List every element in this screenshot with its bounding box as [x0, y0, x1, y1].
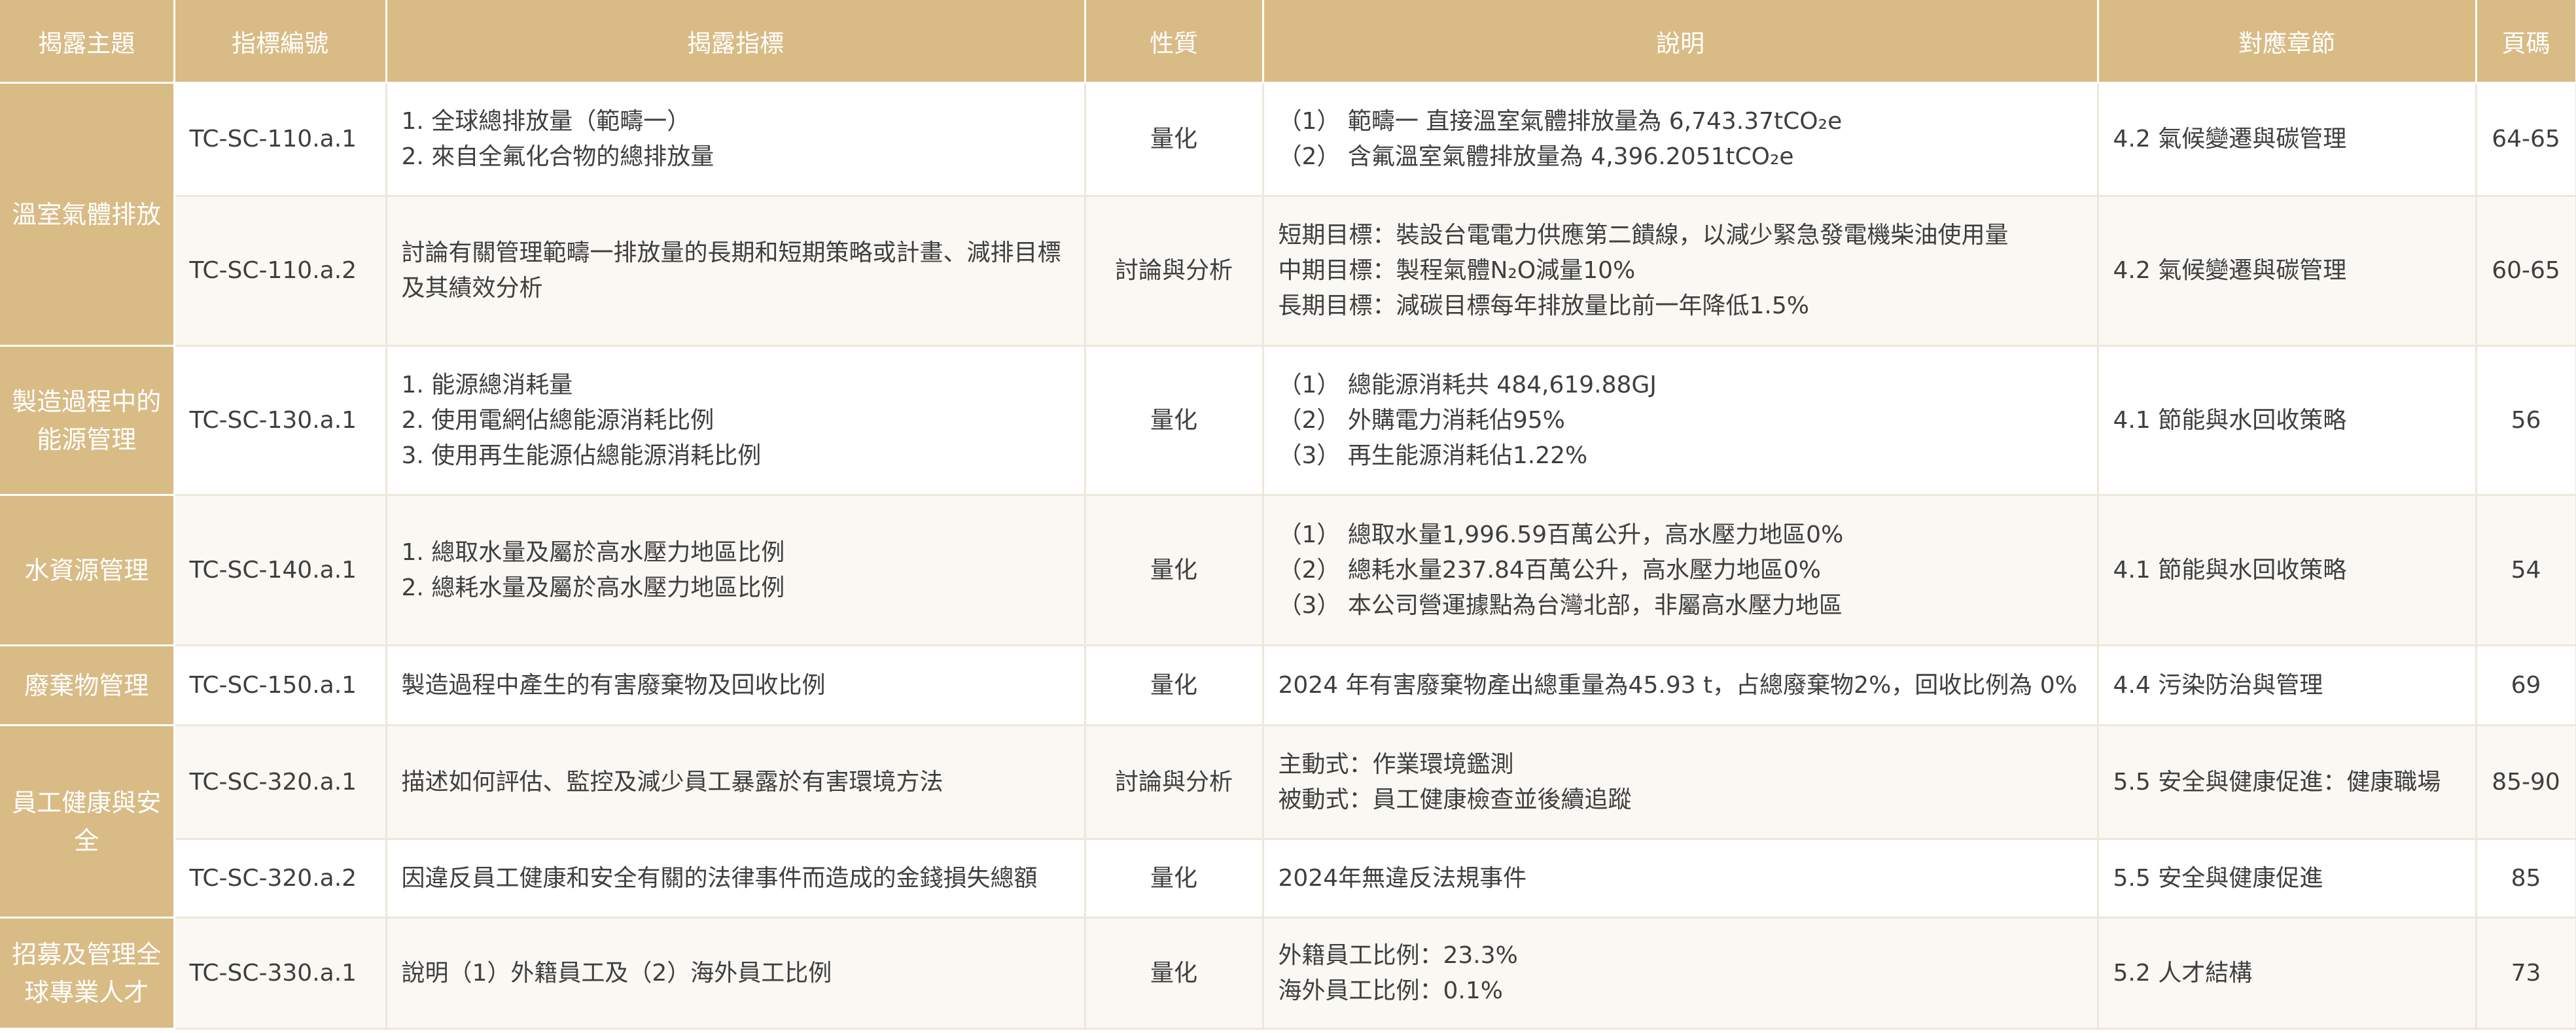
header-code: 指標編號: [174, 0, 387, 84]
description-line: （1） 總取水量1,996.59百萬公升，高水壓力地區0%: [1278, 521, 1844, 548]
nature-cell: 量化: [1085, 645, 1264, 726]
table-header-row: 揭露主題 指標編號 揭露指標 性質 說明 對應章節 頁碼: [0, 0, 2576, 84]
nature-cell: 討論與分析: [1085, 196, 1264, 347]
code-cell: TC-SC-140.a.1: [174, 495, 387, 646]
metric-line: 2. 來自全氟化合物的總排放量: [401, 143, 715, 170]
description-line: 短期目標：裝設台電電力供應第二饋線，以減少緊急發電機柴油使用量: [1278, 222, 2009, 249]
description-line: （1） 範疇一 直接溫室氣體排放量為 6,743.37tCO₂e: [1278, 108, 1843, 135]
metric-line: 3. 使用再生能源佔總能源消耗比例: [401, 442, 762, 469]
code-cell: TC-SC-320.a.2: [174, 839, 387, 919]
description-line: 主動式：作業環境鑑測: [1278, 750, 1514, 778]
nature-cell: 量化: [1085, 345, 1264, 496]
nature-cell: 量化: [1085, 82, 1264, 197]
description-cell: 2024年無違反法規事件: [1263, 839, 2099, 919]
chapter-cell: 4.4 污染防治與管理: [2098, 645, 2477, 726]
page-cell: 85: [2476, 839, 2576, 919]
code-cell: TC-SC-320.a.1: [174, 725, 387, 840]
metric-line: 2. 使用電網佔總能源消耗比例: [401, 406, 715, 434]
nature-cell: 討論與分析: [1085, 725, 1264, 840]
page-cell: 54: [2476, 495, 2576, 646]
chapter-cell: 4.1 節能與水回收策略: [2098, 345, 2477, 496]
topic-cell-water: 水資源管理: [0, 495, 175, 646]
code-cell: TC-SC-330.a.1: [174, 917, 387, 1030]
metric-line: 1. 能源總消耗量: [401, 371, 573, 398]
code-cell: TC-SC-110.a.2: [174, 196, 387, 347]
topic-cell-waste: 廢棄物管理: [0, 645, 175, 726]
description-cell: （1） 總取水量1,996.59百萬公升，高水壓力地區0% （2） 總耗水量23…: [1263, 495, 2099, 646]
topic-cell-talent: 招募及管理全球專業人才: [0, 917, 175, 1030]
metric-cell: 1. 能源總消耗量 2. 使用電網佔總能源消耗比例 3. 使用再生能源佔總能源消…: [386, 345, 1086, 496]
code-cell: TC-SC-110.a.1: [174, 82, 387, 197]
description-cell: 2024 年有害廢棄物產出總重量為45.93 t，占總廢棄物2%，回收比例為 0…: [1263, 645, 2099, 726]
metric-line: 1. 全球總排放量（範疇一）: [401, 108, 691, 135]
description-cell: 短期目標：裝設台電電力供應第二饋線，以減少緊急發電機柴油使用量 中期目標：製程氣…: [1263, 196, 2099, 347]
topic-cell-ghg: 溫室氣體排放: [0, 82, 175, 347]
nature-cell: 量化: [1085, 495, 1264, 646]
code-cell: TC-SC-130.a.1: [174, 345, 387, 496]
description-cell: 主動式：作業環境鑑測 被動式：員工健康檢查並後續追蹤: [1263, 725, 2099, 840]
description-line: （2） 外購電力消耗佔95%: [1278, 406, 1565, 434]
chapter-cell: 4.2 氣候變遷與碳管理: [2098, 82, 2477, 197]
header-page: 頁碼: [2476, 0, 2576, 84]
metric-cell: 說明（1）外籍員工及（2）海外員工比例: [386, 917, 1086, 1030]
chapter-cell: 4.2 氣候變遷與碳管理: [2098, 196, 2477, 347]
page-cell: 69: [2476, 645, 2576, 726]
header-nature: 性質: [1085, 0, 1264, 84]
table-row: 員工健康與安全 TC-SC-320.a.1 描述如何評估、監控及減少員工暴露於有…: [0, 725, 2576, 919]
page-cell: 85-90: [2476, 725, 2576, 840]
chapter-cell: 4.1 節能與水回收策略: [2098, 495, 2477, 646]
metric-line: 1. 總取水量及屬於高水壓力地區比例: [401, 538, 785, 566]
metric-cell: 討論有關管理範疇一排放量的長期和短期策略或計畫、減排目標及其績效分析: [386, 196, 1086, 347]
description-line: （3） 再生能源消耗佔1.22%: [1278, 442, 1588, 469]
metric-cell: 製造過程中產生的有害廢棄物及回收比例: [386, 645, 1086, 726]
description-cell: 外籍員工比例：23.3% 海外員工比例：0.1%: [1263, 917, 2099, 1030]
table-row: 招募及管理全球專業人才 TC-SC-330.a.1 說明（1）外籍員工及（2）海…: [0, 917, 2576, 1030]
topic-cell-energy: 製造過程中的能源管理: [0, 345, 175, 496]
nature-cell: 量化: [1085, 917, 1264, 1030]
description-line: 中期目標：製程氣體N₂O減量10%: [1278, 257, 1636, 284]
description-line: （2） 總耗水量237.84百萬公升，高水壓力地區0%: [1278, 556, 1821, 584]
header-chapter: 對應章節: [2098, 0, 2477, 84]
description-cell: （1） 總能源消耗共 484,619.88GJ （2） 外購電力消耗佔95% （…: [1263, 345, 2099, 496]
nature-cell: 量化: [1085, 839, 1264, 919]
description-line: （3） 本公司營運據點為台灣北部，非屬高水壓力地區: [1278, 591, 1843, 619]
chapter-cell: 5.2 人才結構: [2098, 917, 2477, 1030]
table-row: 製造過程中的能源管理 TC-SC-130.a.1 1. 能源總消耗量 2. 使用…: [0, 345, 2576, 496]
description-line: （2） 含氟溫室氣體排放量為 4,396.2051tCO₂e: [1278, 143, 1794, 170]
metric-cell: 1. 全球總排放量（範疇一） 2. 來自全氟化合物的總排放量: [386, 82, 1086, 197]
chapter-cell: 5.5 安全與健康促進: [2098, 839, 2477, 919]
metric-line: 2. 總耗水量及屬於高水壓力地區比例: [401, 574, 785, 601]
code-cell: TC-SC-150.a.1: [174, 645, 387, 726]
metric-cell: 1. 總取水量及屬於高水壓力地區比例 2. 總耗水量及屬於高水壓力地區比例: [386, 495, 1086, 646]
description-line: 長期目標：減碳目標每年排放量比前一年降低1.5%: [1278, 292, 1809, 319]
table-row: TC-SC-320.a.2 因違反員工健康和安全有關的法律事件而造成的金錢損失總…: [0, 839, 2576, 919]
header-topic: 揭露主題: [0, 0, 175, 84]
description-line: 海外員工比例：0.1%: [1278, 977, 1503, 1004]
table-row: 溫室氣體排放 TC-SC-110.a.1 1. 全球總排放量（範疇一） 2. 來…: [0, 82, 2576, 347]
description-line: 被動式：員工健康檢查並後續追蹤: [1278, 786, 1632, 813]
description-line: 外籍員工比例：23.3%: [1278, 941, 1518, 969]
page-cell: 73: [2476, 917, 2576, 1030]
description-cell: （1） 範疇一 直接溫室氣體排放量為 6,743.37tCO₂e （2） 含氟溫…: [1263, 82, 2099, 197]
description-line: （1） 總能源消耗共 484,619.88GJ: [1278, 371, 1657, 398]
header-metric: 揭露指標: [386, 0, 1086, 84]
page-cell: 64-65: [2476, 82, 2576, 197]
chapter-cell: 5.5 安全與健康促進：健康職場: [2098, 725, 2477, 840]
page-cell: 56: [2476, 345, 2576, 496]
page-cell: 60-65: [2476, 196, 2576, 347]
topic-cell-health: 員工健康與安全: [0, 725, 175, 919]
table-row: 水資源管理 TC-SC-140.a.1 1. 總取水量及屬於高水壓力地區比例 2…: [0, 495, 2576, 646]
metric-cell: 因違反員工健康和安全有關的法律事件而造成的金錢損失總額: [386, 839, 1086, 919]
header-description: 說明: [1263, 0, 2099, 84]
table-row: TC-SC-110.a.2 討論有關管理範疇一排放量的長期和短期策略或計畫、減排…: [0, 196, 2576, 347]
metric-cell: 描述如何評估、監控及減少員工暴露於有害環境方法: [386, 725, 1086, 840]
sasb-index-table: 揭露主題 指標編號 揭露指標 性質 說明 對應章節 頁碼 溫室氣體排放 TC-S…: [0, 0, 2576, 1030]
table-row: 廢棄物管理 TC-SC-150.a.1 製造過程中產生的有害廢棄物及回收比例 量…: [0, 645, 2576, 726]
